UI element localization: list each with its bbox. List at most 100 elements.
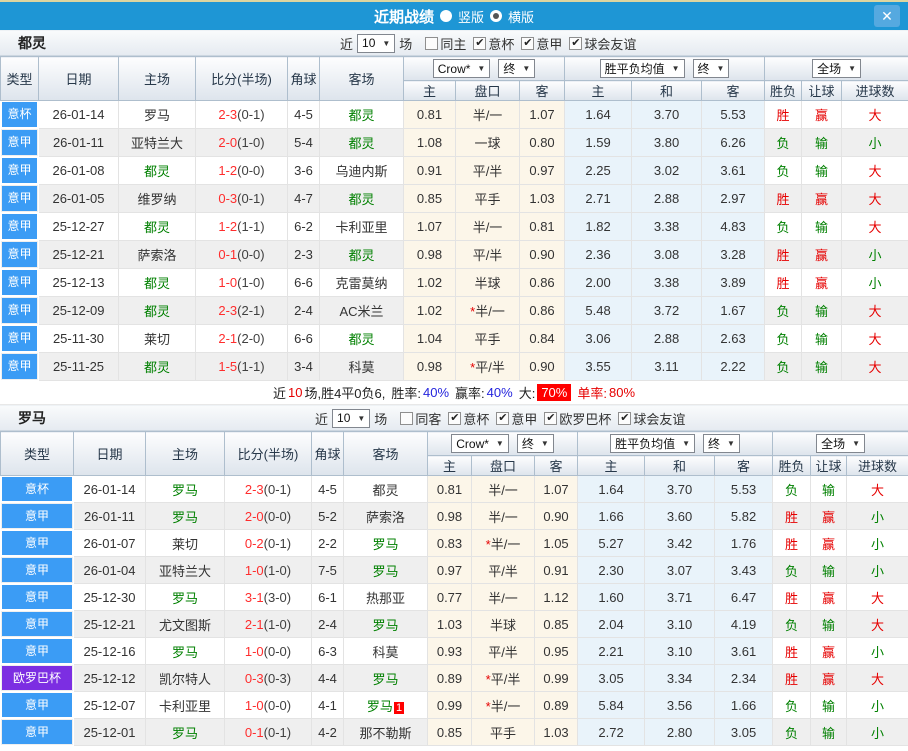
horizontal-layout-label[interactable]: 横版 [508, 7, 534, 26]
date-cell: 25-12-21 [38, 240, 119, 269]
checkbox-label[interactable]: 球会友谊 [584, 34, 636, 53]
corner-cell: 2-2 [311, 529, 344, 557]
score-cell: 1-5(1-1) [195, 352, 288, 381]
match-row: 意甲 26-01-07 莱切 0-2(0-1) 2-2 罗马 0.83 *半/一 1.05 5.2… [0, 529, 908, 557]
handicap-result-cell: 输 [801, 324, 843, 353]
date-cell: 25-12-01 [73, 718, 146, 746]
goals-result-cell: 大 [841, 100, 908, 129]
avg-away-cell: 1.66 [714, 691, 774, 719]
odds-time-select[interactable]: 终 ▼ [498, 59, 536, 78]
period-select[interactable]: 全场 ▼ [816, 434, 865, 453]
bookmaker-select[interactable]: Crow* ▼ [432, 59, 491, 78]
avg-home-cell: 1.60 [577, 583, 646, 611]
team-name-roma: 罗马 [18, 410, 46, 426]
period-select[interactable]: 全场 ▼ [812, 59, 861, 78]
league-badge: 意甲 [2, 158, 37, 183]
vertical-layout-label[interactable]: 竖版 [458, 7, 484, 26]
checkbox-checked[interactable]: ✔ [496, 411, 510, 425]
handicap-result-cell: 输 [801, 128, 843, 157]
avg-away-cell: 2.63 [701, 324, 766, 353]
chevron-down-icon: ▼ [382, 38, 391, 48]
home-water-cell: 0.98 [403, 240, 456, 269]
away-team-cell: 热那亚 [343, 583, 428, 611]
handicap-cell: 半/一 [471, 475, 535, 503]
avg-home-cell: 5.84 [577, 691, 646, 719]
league-badge: 意甲 [2, 558, 72, 582]
home-water-cell: 0.98 [403, 352, 456, 381]
date-cell: 26-01-11 [73, 502, 146, 530]
checkbox-label[interactable]: 意杯 [463, 409, 489, 428]
checkbox-unchecked[interactable] [425, 36, 439, 50]
home-team-cell: 萨索洛 [118, 240, 196, 269]
avg-type-select[interactable]: 胜平负均值 ▼ [599, 59, 685, 78]
avg-time-select[interactable]: 终 ▼ [692, 59, 730, 78]
date-cell: 25-12-13 [38, 268, 119, 297]
handicap-result-cell: 赢 [810, 637, 848, 665]
checkbox-label[interactable]: 意甲 [536, 34, 562, 53]
avg-home-cell: 5.48 [564, 296, 633, 325]
checkbox-label[interactable]: 欧罗巴杯 [559, 409, 611, 428]
corner-cell: 4-5 [287, 100, 320, 129]
checkbox-label[interactable]: 球会友谊 [633, 409, 685, 428]
match-count-select[interactable]: 10 ▼ [332, 408, 371, 428]
league-badge: 意甲 [2, 298, 37, 323]
close-icon[interactable]: ✕ [874, 5, 900, 27]
titlebar: 近期战绩 竖版 横版 ✕ [0, 2, 908, 30]
home-water-cell: 0.99 [427, 691, 472, 719]
goals-result-cell: 大 [841, 296, 908, 325]
avg-type-select[interactable]: 胜平负均值 ▼ [610, 434, 696, 453]
result-cell: 负 [772, 691, 812, 719]
checkbox-checked[interactable]: ✔ [448, 411, 462, 425]
checkbox-checked[interactable]: ✔ [544, 411, 558, 425]
checkbox-checked[interactable]: ✔ [473, 36, 487, 50]
away-team-cell: 萨索洛 [343, 502, 428, 530]
league-cell: 意甲 [0, 718, 74, 746]
score-cell: 1-0(0-0) [224, 691, 312, 719]
away-water-cell: 0.90 [518, 352, 566, 381]
handicap-result-cell: 输 [810, 691, 848, 719]
goals-result-cell: 大 [846, 664, 908, 692]
league-cell: 意甲 [0, 583, 74, 611]
checkbox-label[interactable]: 意甲 [511, 409, 537, 428]
avg-draw-cell: 3.38 [631, 212, 703, 241]
handicap-result-cell: 赢 [801, 240, 843, 269]
match-row: 意甲 25-11-30 莱切 2-1(2-0) 6-6 都灵 1.04 平手 0.84 3.06 2… [0, 324, 908, 353]
checkbox-checked[interactable]: ✔ [569, 36, 583, 50]
result-cell: 负 [772, 475, 812, 503]
avg-home-cell: 2.71 [564, 184, 633, 213]
avg-draw-cell: 3.71 [644, 583, 716, 611]
avg-away-cell: 3.43 [714, 556, 774, 584]
checkbox-unchecked[interactable] [400, 411, 414, 425]
checkbox-label[interactable]: 意杯 [488, 34, 514, 53]
date-cell: 26-01-14 [38, 100, 119, 129]
match-count-select[interactable]: 10 ▼ [357, 33, 396, 53]
home-water-cell: 0.77 [427, 583, 472, 611]
handicap-result-cell: 输 [801, 212, 843, 241]
away-team-cell: AC米兰 [319, 296, 404, 325]
col-header-home: 主场 [145, 431, 225, 476]
odds-dropdown-group: Crow* ▼ 终 ▼ [426, 431, 579, 456]
big-rate-badge: 70% [537, 384, 572, 401]
league-badge: 意甲 [2, 326, 37, 351]
date-cell: 25-12-27 [38, 212, 119, 241]
checkbox-label[interactable]: 同主 [440, 34, 466, 53]
avg-time-select[interactable]: 终 ▼ [703, 434, 740, 453]
match-row: 意甲 25-12-30 罗马 3-1(3-0) 6-1 热那亚 0.77 半/一 1.12 1.6… [0, 583, 908, 611]
score-cell: 2-1(1-0) [224, 610, 312, 638]
bookmaker-select[interactable]: Crow* ▼ [451, 434, 509, 453]
odds-time-select[interactable]: 终 ▼ [516, 434, 554, 453]
avg-home-cell: 1.59 [564, 128, 633, 157]
col-header-corner: 角球 [287, 56, 320, 101]
col-header-date: 日期 [73, 431, 146, 476]
league-filter-checkboxes: 同客 ✔ 意杯 ✔ 意甲 ✔ 欧罗巴杯 ✔ 球会友谊 [393, 409, 685, 428]
checkbox-checked[interactable]: ✔ [521, 36, 535, 50]
date-cell: 25-12-21 [73, 610, 146, 638]
date-cell: 25-11-30 [38, 324, 119, 353]
horizontal-layout-radio[interactable] [490, 10, 502, 22]
checkbox-checked[interactable]: ✔ [618, 411, 632, 425]
vertical-layout-radio[interactable] [439, 10, 452, 22]
handicap-cell: 半/一 [455, 212, 520, 241]
checkbox-label[interactable]: 同客 [415, 409, 441, 428]
near-label: 近 [315, 411, 329, 427]
date-cell: 26-01-05 [38, 184, 119, 213]
